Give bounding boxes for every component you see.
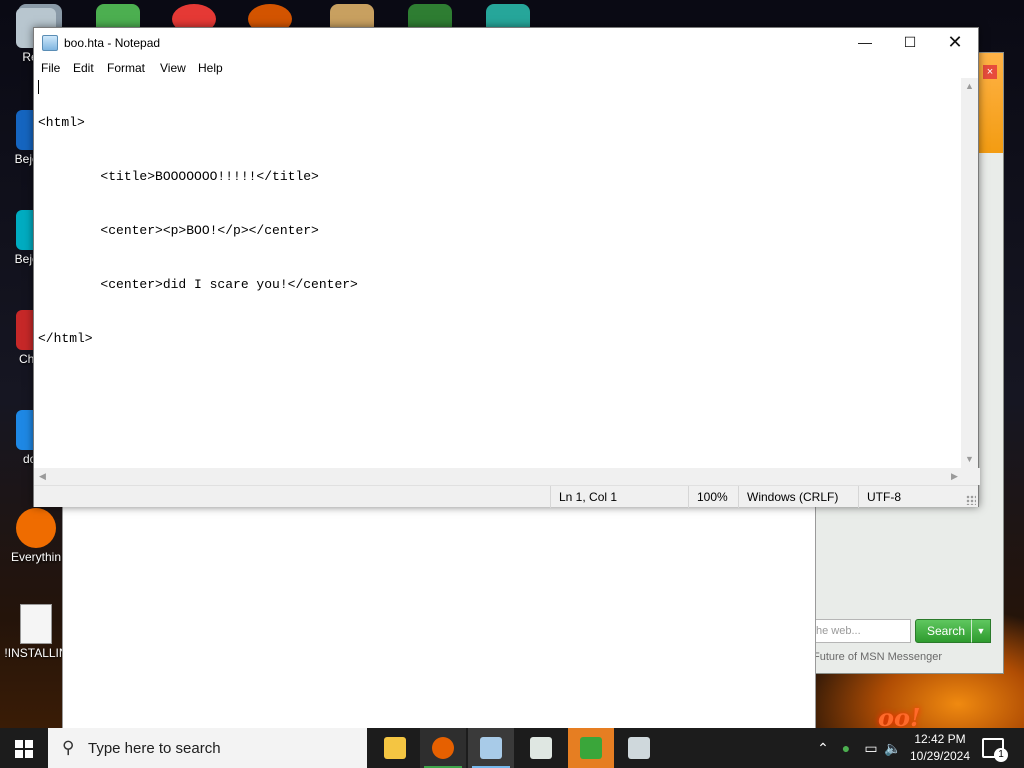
menu-file[interactable]: File (41, 61, 60, 75)
taskbar-search-placeholder: Type here to search (88, 740, 221, 757)
minimize-button[interactable]: — (842, 28, 888, 58)
vertical-scrollbar[interactable]: ▲ ▼ (961, 78, 978, 468)
status-cursor-position: Ln 1, Col 1 (550, 486, 690, 508)
close-button[interactable]: ✕ (932, 28, 978, 58)
menu-format[interactable]: Format (107, 61, 145, 75)
desktop-icon-everything[interactable]: Everythin (4, 508, 68, 564)
everything-icon (16, 508, 56, 548)
scroll-right-arrow-icon[interactable]: ▶ (946, 468, 963, 485)
taskbar-msn-messenger[interactable] (568, 728, 614, 768)
desktop-icon-installing[interactable]: !INSTALLIN (4, 604, 68, 660)
msn-tray-icon[interactable]: ● (836, 728, 856, 768)
scroll-up-arrow-icon[interactable]: ▲ (961, 78, 978, 95)
search-icon: ⚲ (62, 738, 75, 757)
folder-icon (384, 737, 406, 759)
maximize-button[interactable]: ☐ (887, 28, 933, 58)
msn-buddy-icon (580, 737, 602, 759)
menu-help[interactable]: Help (198, 61, 223, 75)
menu-view[interactable]: View (160, 61, 186, 75)
taskbar: ⚲ Type here to search ⌃ ● ▭ 🔈 12:42 PM 1… (0, 728, 1024, 768)
taskbar-firefox[interactable] (420, 728, 466, 768)
notepad-icon (480, 737, 502, 759)
title-bar[interactable]: boo.hta - Notepad — ☐ ✕ (34, 28, 978, 58)
editor-line: <center>did I scare you!</center> (38, 277, 358, 292)
windows-logo-icon-part (15, 750, 23, 758)
scroll-down-arrow-icon[interactable]: ▼ (961, 451, 978, 468)
notification-center-icon[interactable]: 1 (982, 738, 1008, 762)
scroll-left-arrow-icon[interactable]: ◀ (34, 468, 51, 485)
notepad-window: boo.hta - Notepad — ☐ ✕ File Edit Format… (33, 27, 980, 508)
window-icon (530, 737, 552, 759)
taskbar-app-6[interactable] (616, 728, 662, 768)
desktop-icon-label: !INSTALLIN (4, 646, 68, 660)
window-title: boo.hta - Notepad (64, 36, 161, 50)
web-search-input[interactable]: he web... (811, 619, 911, 643)
messenger-footer-link[interactable]: Future of MSN Messenger (813, 651, 993, 663)
text-file-icon (20, 604, 52, 644)
status-zoom: 100% (688, 486, 740, 508)
editor-line: <html> (38, 115, 85, 130)
status-line-ending: Windows (CRLF) (738, 486, 858, 508)
notepad-app-icon[interactable] (42, 35, 58, 51)
text-editor[interactable]: <html> <title>BOOOOOOO!!!!!</title> <cen… (34, 78, 963, 468)
status-bar: Ln 1, Col 1 100% Windows (CRLF) UTF-8 (34, 485, 978, 508)
editor-line: <center><p>BOO!</p></center> (38, 223, 319, 238)
clock-date: 10/29/2024 (909, 749, 971, 763)
editor-line: </html> (38, 331, 93, 346)
windows-logo-icon-part (25, 750, 33, 758)
taskbar-app-4[interactable] (518, 728, 564, 768)
taskbar-notepad[interactable] (468, 728, 514, 768)
firefox-icon (432, 737, 454, 759)
editor-line: <title>BOOOOOOO!!!!!</title> (38, 169, 319, 184)
start-button[interactable] (0, 728, 48, 768)
status-encoding: UTF-8 (858, 486, 958, 508)
menu-bar: File Edit Format View Help (34, 58, 978, 78)
network-icon[interactable]: ▭ (860, 728, 882, 768)
horizontal-scrollbar[interactable]: ◀ ▶ (34, 468, 980, 485)
menu-edit[interactable]: Edit (73, 61, 94, 75)
windows-logo-icon (15, 740, 23, 748)
desktop-icon-label: Everythin (10, 550, 62, 564)
wallpaper-text: oo! (878, 703, 921, 728)
taskbar-clock[interactable]: 12:42 PM 10/29/2024 (905, 731, 975, 765)
taskbar-search-box[interactable]: ⚲ Type here to search (48, 728, 367, 768)
resize-grip-icon[interactable] (966, 495, 976, 505)
text-caret (38, 80, 39, 94)
taskbar-file-explorer[interactable] (372, 728, 418, 768)
volume-icon[interactable]: 🔈 (882, 728, 904, 768)
computer-icon (628, 737, 650, 759)
messenger-close-icon[interactable]: × (983, 65, 997, 79)
clock-time: 12:42 PM (914, 732, 966, 746)
windows-logo-icon-part (25, 740, 33, 748)
notification-count-badge: 1 (994, 748, 1008, 762)
search-dropdown-arrow-icon[interactable]: ▼ (971, 619, 991, 643)
desktop: oo! Recy Beje De Beje De Ch De does Ever… (0, 0, 1024, 728)
show-hidden-icons-chevron-icon[interactable]: ⌃ (812, 728, 834, 768)
web-search-button[interactable]: Search (915, 619, 977, 643)
background-window (62, 500, 816, 728)
